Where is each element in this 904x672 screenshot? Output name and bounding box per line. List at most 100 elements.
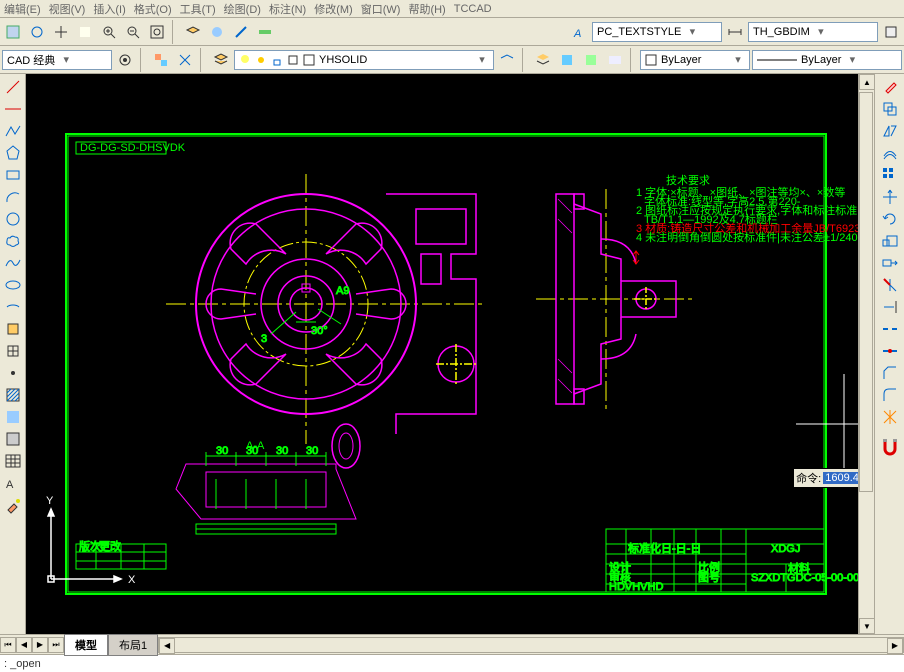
- tab-next-icon[interactable]: ▶: [32, 637, 48, 653]
- move-icon[interactable]: [879, 186, 901, 208]
- revision-cloud-icon[interactable]: [2, 230, 24, 252]
- cad-drawing: DG-DG-SD-DHSVDK: [26, 74, 874, 614]
- join-icon[interactable]: [879, 340, 901, 362]
- construction-line-icon[interactable]: [2, 98, 24, 120]
- erase-icon[interactable]: [879, 76, 901, 98]
- hatch-icon[interactable]: [2, 384, 24, 406]
- magnet-icon[interactable]: [879, 436, 901, 458]
- tool-icon[interactable]: [604, 49, 626, 71]
- stretch-icon[interactable]: [879, 252, 901, 274]
- layers-icon[interactable]: [210, 49, 232, 71]
- dim-style-dropdown[interactable]: TH_GBDIM ▾: [748, 22, 878, 42]
- zoom-extents-icon[interactable]: [146, 21, 168, 43]
- ellipse-icon[interactable]: [2, 274, 24, 296]
- paint-icon[interactable]: [2, 494, 24, 516]
- region-icon[interactable]: [2, 428, 24, 450]
- gradient-icon[interactable]: [2, 406, 24, 428]
- extend-icon[interactable]: [879, 296, 901, 318]
- menu-edit[interactable]: 编辑(E): [4, 1, 41, 17]
- line-icon[interactable]: [2, 76, 24, 98]
- layer-stack-icon[interactable]: [532, 49, 554, 71]
- tab-layout1[interactable]: 布局1: [108, 634, 158, 656]
- line-sample: [757, 56, 797, 64]
- command-line[interactable]: : _open: [0, 654, 904, 672]
- tab-first-icon[interactable]: ⏮: [0, 637, 16, 653]
- polygon-icon[interactable]: [2, 142, 24, 164]
- scroll-right-icon[interactable]: ▶: [887, 638, 903, 654]
- trim-icon[interactable]: [879, 274, 901, 296]
- menu-modify[interactable]: 修改(M): [314, 1, 353, 17]
- workspace-dropdown[interactable]: CAD 经典 ▾: [2, 50, 112, 70]
- text-style-icon[interactable]: A: [568, 21, 590, 43]
- menu-dimension[interactable]: 标注(N): [269, 1, 306, 17]
- menu-help[interactable]: 帮助(H): [408, 1, 445, 17]
- tab-last-icon[interactable]: ⏭: [48, 637, 64, 653]
- zoom-in-icon[interactable]: [98, 21, 120, 43]
- linetype-value: ByLayer: [801, 54, 841, 66]
- explode-icon[interactable]: [879, 406, 901, 428]
- tool-icon[interactable]: [206, 21, 228, 43]
- scroll-thumb[interactable]: [859, 92, 873, 492]
- tool-icon[interactable]: [230, 21, 252, 43]
- make-block-icon[interactable]: [2, 340, 24, 362]
- drawing-canvas[interactable]: DG-DG-SD-DHSVDK: [26, 74, 874, 634]
- menu-view[interactable]: 视图(V): [49, 1, 86, 17]
- scroll-left-icon[interactable]: ◀: [159, 638, 175, 654]
- svg-text:图号: 图号: [698, 571, 720, 584]
- tool-icon[interactable]: [2, 21, 24, 43]
- command-text: : _open: [4, 658, 41, 670]
- menu-tccad[interactable]: TCCAD: [454, 3, 492, 15]
- mtext-icon[interactable]: A: [2, 472, 24, 494]
- tool-icon[interactable]: [74, 21, 96, 43]
- tool-icon[interactable]: [150, 49, 172, 71]
- break-icon[interactable]: [879, 318, 901, 340]
- svg-text:材料: 材料: [788, 561, 810, 575]
- scroll-up-icon[interactable]: ▲: [859, 74, 875, 90]
- chamfer-icon[interactable]: [879, 362, 901, 384]
- tool-icon[interactable]: [556, 49, 578, 71]
- layer-dropdown[interactable]: YHSOLID ▾: [234, 50, 494, 70]
- tool-icon[interactable]: [26, 21, 48, 43]
- array-icon[interactable]: [879, 164, 901, 186]
- mirror-icon[interactable]: [879, 120, 901, 142]
- circle-icon[interactable]: [2, 208, 24, 230]
- layer-icon[interactable]: [182, 21, 204, 43]
- tab-prev-icon[interactable]: ◀: [16, 637, 32, 653]
- menu-tools[interactable]: 工具(T): [180, 1, 216, 17]
- chevron-down-icon: ▾: [814, 25, 828, 38]
- gear-icon[interactable]: [114, 49, 136, 71]
- menu-format[interactable]: 格式(O): [134, 1, 172, 17]
- zoom-out-icon[interactable]: [122, 21, 144, 43]
- menu-window[interactable]: 窗口(W): [361, 1, 401, 17]
- linetype-dropdown[interactable]: ByLayer ▾: [752, 50, 902, 70]
- fillet-icon[interactable]: [879, 384, 901, 406]
- scale-icon[interactable]: [879, 230, 901, 252]
- rotate-icon[interactable]: [879, 208, 901, 230]
- scroll-down-icon[interactable]: ▼: [859, 618, 875, 634]
- table-icon[interactable]: [2, 450, 24, 472]
- copy-icon[interactable]: [879, 98, 901, 120]
- tool-icon[interactable]: [496, 49, 518, 71]
- tab-model[interactable]: 模型: [64, 634, 108, 656]
- dim-style-value: TH_GBDIM: [753, 26, 810, 38]
- tool-icon[interactable]: [174, 49, 196, 71]
- tool-icon[interactable]: [580, 49, 602, 71]
- polyline-icon[interactable]: [2, 120, 24, 142]
- rectangle-icon[interactable]: [2, 164, 24, 186]
- menu-insert[interactable]: 插入(I): [93, 1, 125, 17]
- point-icon[interactable]: [2, 362, 24, 384]
- tool-icon[interactable]: [880, 21, 902, 43]
- spline-icon[interactable]: [2, 252, 24, 274]
- insert-block-icon[interactable]: [2, 318, 24, 340]
- dim-style-icon[interactable]: [724, 21, 746, 43]
- arc-icon[interactable]: [2, 186, 24, 208]
- ellipse-arc-icon[interactable]: [2, 296, 24, 318]
- menu-draw[interactable]: 绘图(D): [224, 1, 261, 17]
- offset-icon[interactable]: [879, 142, 901, 164]
- tool-icon[interactable]: [254, 21, 276, 43]
- tool-icon[interactable]: [50, 21, 72, 43]
- text-style-dropdown[interactable]: PC_TEXTSTYLE ▾: [592, 22, 722, 42]
- svg-text:30: 30: [216, 445, 228, 457]
- vertical-scrollbar[interactable]: ▲ ▼: [858, 74, 874, 634]
- color-dropdown[interactable]: ByLayer ▾: [640, 50, 750, 70]
